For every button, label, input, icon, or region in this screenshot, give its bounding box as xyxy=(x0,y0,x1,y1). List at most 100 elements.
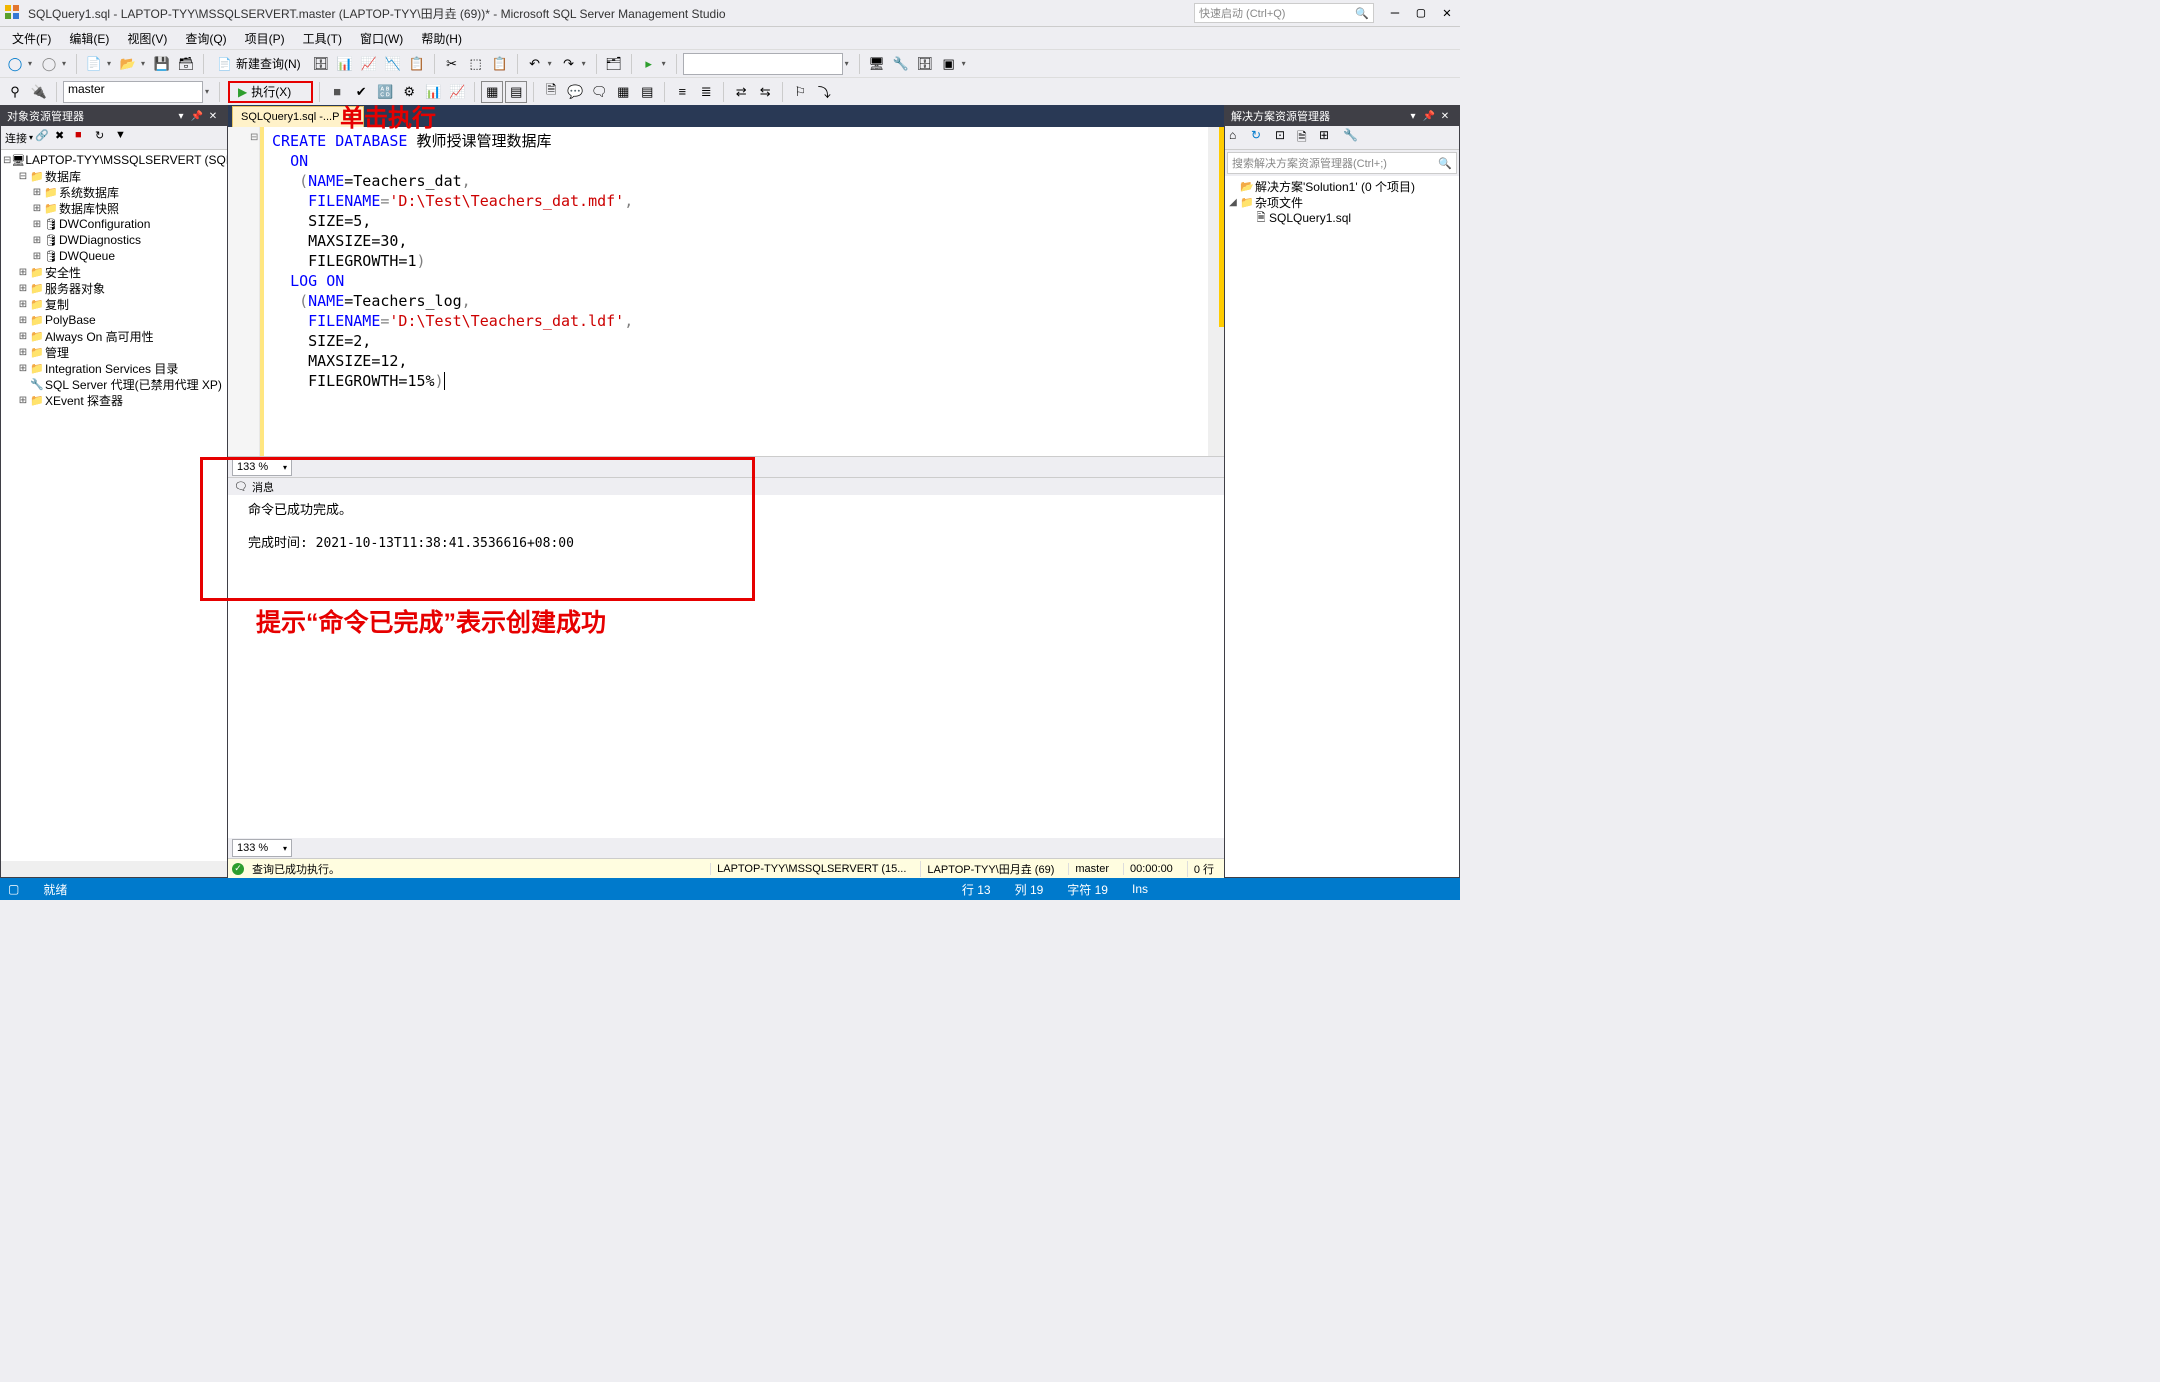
zoom-combo-bottom[interactable]: 133 % ▾ xyxy=(232,839,292,857)
close-button[interactable]: ✕ xyxy=(1438,5,1456,21)
redo-button[interactable]: ↷ xyxy=(558,53,580,75)
expand-icon[interactable]: ⊟ xyxy=(17,171,29,182)
change-connection-icon[interactable]: 🔌 xyxy=(28,81,50,103)
close-icon[interactable]: ✕ xyxy=(205,111,221,122)
tab-close-icon[interactable]: ✕ xyxy=(345,111,354,124)
misc4-icon[interactable]: ⤵ xyxy=(813,81,835,103)
tree-node[interactable]: ⊞🛢DWQueue xyxy=(1,248,227,264)
dmx-query-icon[interactable]: 📉 xyxy=(382,53,404,75)
misc2-icon[interactable]: ▤ xyxy=(636,81,658,103)
display-plan-icon[interactable]: 🔠 xyxy=(374,81,396,103)
new-query-button[interactable]: 📄 新建查询(N) xyxy=(210,53,308,75)
tree-node[interactable]: ⊟🖥LAPTOP-TYY\MSSQLSERVERT (SQL xyxy=(1,152,227,168)
expand-icon[interactable]: ⊞ xyxy=(17,347,29,358)
menu-view[interactable]: 视图(V) xyxy=(119,28,175,49)
expand-icon[interactable]: ⊞ xyxy=(17,331,29,342)
results-file-icon[interactable]: 🗎 xyxy=(540,81,562,103)
cancel-query-icon[interactable]: ■ xyxy=(326,81,348,103)
collapse-icon[interactable]: ⊡ xyxy=(1275,128,1295,148)
database-combo[interactable]: master xyxy=(63,81,203,103)
sqlcmd-icon[interactable]: ⚐ xyxy=(789,81,811,103)
dropdown-icon[interactable]: ▾ xyxy=(173,111,189,122)
menu-tools[interactable]: 工具(T) xyxy=(295,28,350,49)
menu-project[interactable]: 项目(P) xyxy=(237,28,293,49)
expand-icon[interactable]: ⊞ xyxy=(17,395,29,406)
results-text-icon[interactable]: ▤ xyxy=(505,81,527,103)
menu-window[interactable]: 窗口(W) xyxy=(352,28,411,49)
code-editor[interactable]: ⊟ CREATE DATABASE 教师授课管理数据库 ON (NAME=Tea… xyxy=(228,127,1224,457)
expand-icon[interactable]: ⊟ xyxy=(3,155,11,166)
save-all-button[interactable]: 🗃 xyxy=(175,53,197,75)
tree-node[interactable]: ⊞📁安全性 xyxy=(1,264,227,280)
execute-button[interactable]: ▶ 执行(X) xyxy=(228,81,313,103)
cut-button[interactable]: ✂ xyxy=(441,53,463,75)
tree-node[interactable]: ⊟📁数据库 xyxy=(1,168,227,184)
quick-launch-input[interactable]: 快速启动 (Ctrl+Q) 🔍 xyxy=(1194,3,1374,23)
tree-node[interactable]: 🗎SQLQuery1.sql xyxy=(1225,210,1459,226)
stop-icon[interactable]: ■ xyxy=(75,129,93,147)
expand-icon[interactable]: ⊞ xyxy=(31,187,43,198)
pin-icon[interactable]: 📌 xyxy=(1421,111,1437,122)
tree-node[interactable]: ⊞📁数据库快照 xyxy=(1,200,227,216)
parse-icon[interactable]: ✔ xyxy=(350,81,372,103)
solution-icon[interactable]: 🗂 xyxy=(603,53,625,75)
tree-node[interactable]: ⊞📁Always On 高可用性 xyxy=(1,328,227,344)
save-button[interactable]: 💾 xyxy=(151,53,173,75)
tree-node[interactable]: ⊞📁管理 xyxy=(1,344,227,360)
solution-search-input[interactable]: 搜索解决方案资源管理器(Ctrl+;) 🔍 xyxy=(1227,152,1457,174)
tree-node[interactable]: ⊞📁系统数据库 xyxy=(1,184,227,200)
db-engine-query-icon[interactable]: 🗄 xyxy=(310,53,332,75)
uncomment-icon[interactable]: 🗨 xyxy=(588,81,610,103)
misc-icon[interactable]: ⊞ xyxy=(1319,128,1339,148)
expand-icon[interactable]: ⊞ xyxy=(17,363,29,374)
tree-node[interactable]: ⊞📁Integration Services 目录 xyxy=(1,360,227,376)
as-query-icon[interactable]: 📊 xyxy=(334,53,356,75)
filter-icon[interactable]: ▼ xyxy=(115,129,133,147)
expand-icon[interactable]: ◢ xyxy=(1227,197,1239,208)
misc3-icon[interactable]: ⇆ xyxy=(754,81,776,103)
new-project-button[interactable]: 📄 xyxy=(83,53,105,75)
query-options-icon[interactable]: ⚙ xyxy=(398,81,420,103)
properties-icon[interactable]: 🔧 xyxy=(890,53,912,75)
pin-icon[interactable]: 📌 xyxy=(189,111,205,122)
code-area[interactable]: CREATE DATABASE 教师授课管理数据库 ON (NAME=Teach… xyxy=(260,127,1208,456)
expand-icon[interactable]: ⊞ xyxy=(31,203,43,214)
expand-icon[interactable]: ⊞ xyxy=(17,299,29,310)
menu-file[interactable]: 文件(F) xyxy=(4,28,59,49)
tree-node[interactable]: ⊞📁复制 xyxy=(1,296,227,312)
expand-icon[interactable]: ⊞ xyxy=(31,251,43,262)
refresh-icon[interactable]: ↻ xyxy=(1251,128,1271,148)
nav-fwd-button[interactable]: ◯ xyxy=(38,53,60,75)
registered-servers-icon[interactable]: 🖥 xyxy=(866,53,888,75)
tree-node[interactable]: ⊞📁服务器对象 xyxy=(1,280,227,296)
menu-query[interactable]: 查询(Q) xyxy=(177,28,234,49)
document-tab[interactable]: SQLQuery1.sql -...P ✕ xyxy=(232,106,364,127)
disconnect-icon[interactable]: ✖ xyxy=(55,129,73,147)
indent-icon[interactable]: ≡ xyxy=(671,81,693,103)
close-icon[interactable]: ✕ xyxy=(1437,111,1453,122)
expand-icon[interactable]: ⊞ xyxy=(31,235,43,246)
template-icon[interactable]: 🗄 xyxy=(914,53,936,75)
tree-node[interactable]: ⊞🛢DWConfiguration xyxy=(1,216,227,232)
xmla-query-icon[interactable]: 📋 xyxy=(406,53,428,75)
show-all-icon[interactable]: 🗎 xyxy=(1297,128,1317,148)
live-stats-icon[interactable]: 📈 xyxy=(446,81,468,103)
include-plan-icon[interactable]: 📊 xyxy=(422,81,444,103)
outdent-icon[interactable]: ≣ xyxy=(695,81,717,103)
refresh-icon[interactable]: ↻ xyxy=(95,129,113,147)
dropdown-icon[interactable]: ▾ xyxy=(1405,111,1421,122)
messages-tab-label[interactable]: 消息 xyxy=(252,479,274,495)
comment-icon[interactable]: 💬 xyxy=(564,81,586,103)
object-explorer-tree[interactable]: ⊟🖥LAPTOP-TYY\MSSQLSERVERT (SQL⊟📁数据库⊞📁系统数… xyxy=(1,150,227,861)
tree-node[interactable]: 📂解决方案'Solution1' (0 个项目) xyxy=(1225,178,1459,194)
nav-back-button[interactable]: ◯ xyxy=(4,53,26,75)
minimize-button[interactable]: — xyxy=(1386,5,1404,21)
expand-icon[interactable]: ⊞ xyxy=(17,283,29,294)
mdx-query-icon[interactable]: 📈 xyxy=(358,53,380,75)
menu-edit[interactable]: 编辑(E) xyxy=(61,28,117,49)
expand-icon[interactable]: ⊞ xyxy=(17,315,29,326)
tree-node[interactable]: 🔧SQL Server 代理(已禁用代理 XP) xyxy=(1,376,227,392)
maximize-button[interactable]: ▢ xyxy=(1412,5,1430,21)
editor-vscroll[interactable] xyxy=(1208,127,1224,456)
zoom-combo[interactable]: 133 % ▾ xyxy=(232,458,292,476)
